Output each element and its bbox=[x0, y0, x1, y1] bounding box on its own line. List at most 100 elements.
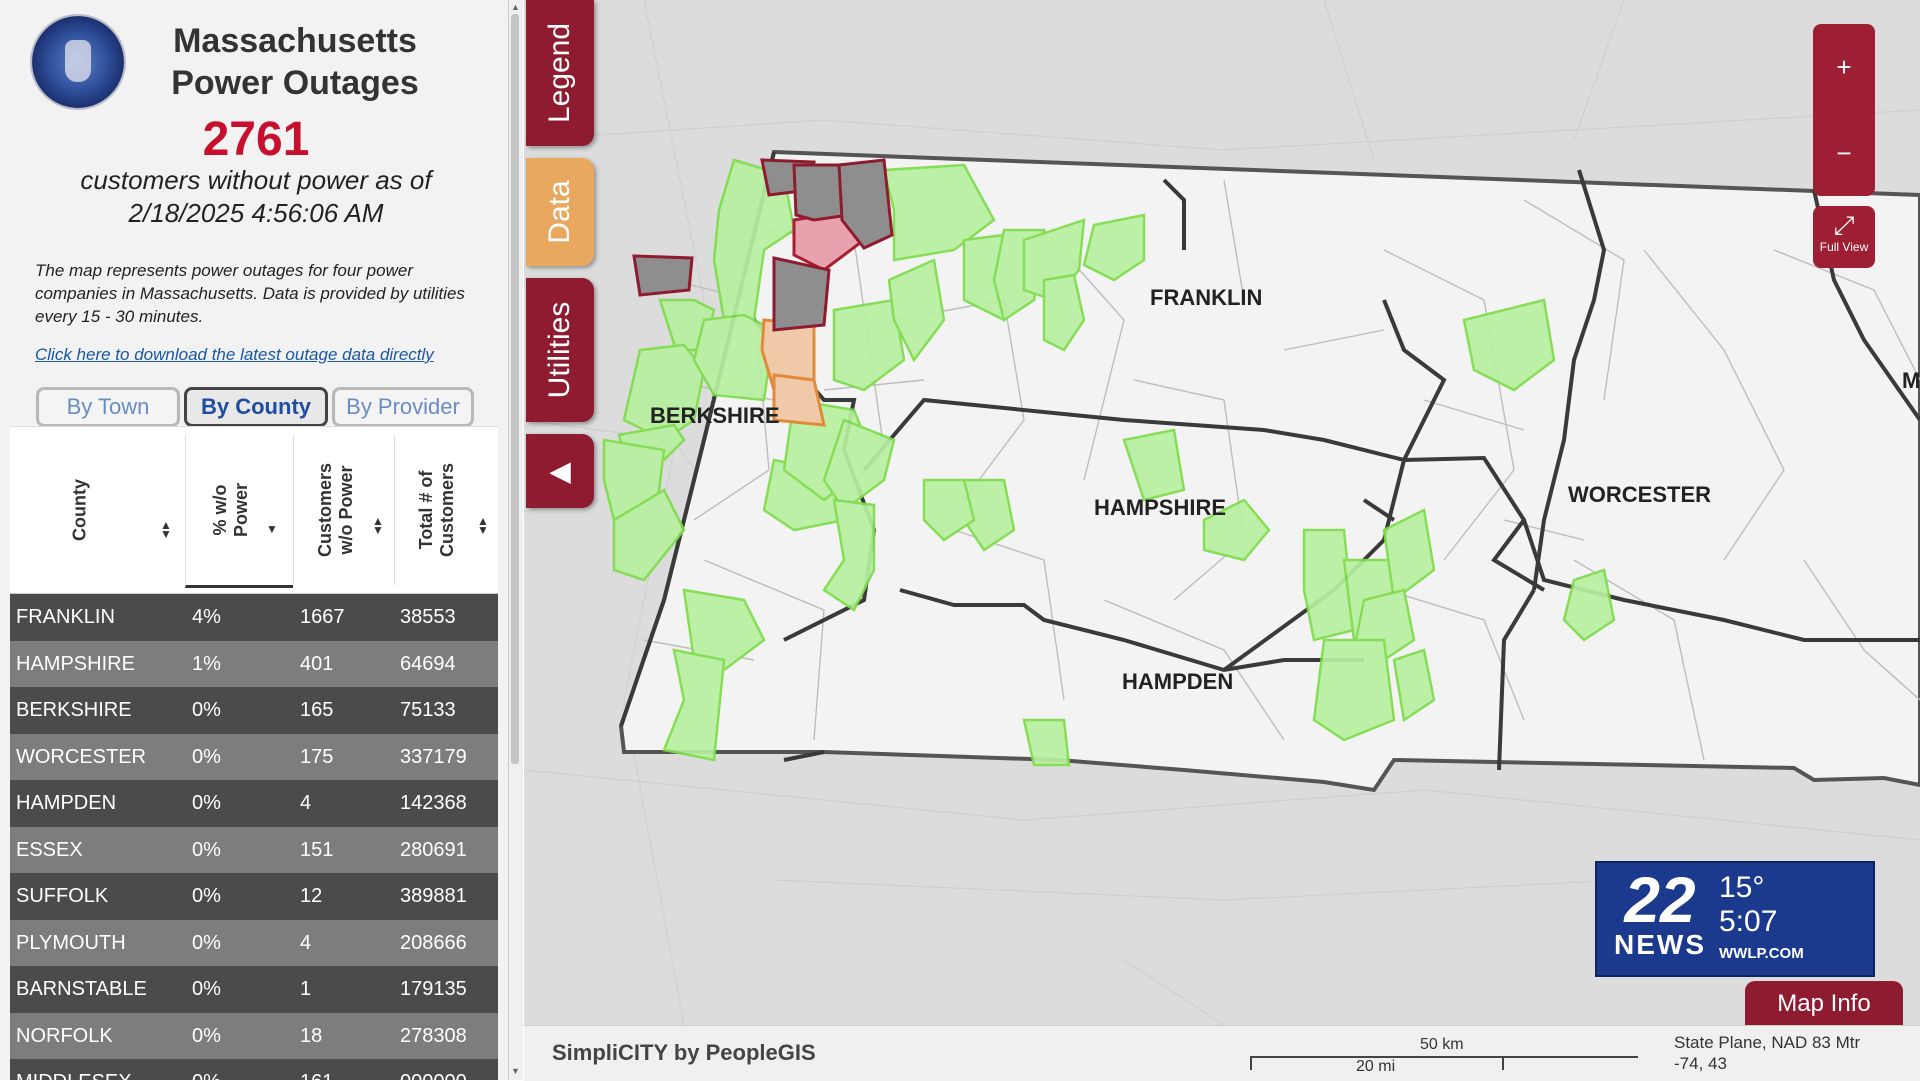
cell-county: SUFFOLK bbox=[16, 885, 109, 907]
total-header-line-1: Total # of bbox=[416, 470, 436, 550]
collapse-arrow-icon: ◀ bbox=[549, 455, 571, 487]
pct-header-line-1: % w/o bbox=[210, 484, 230, 536]
table-header: County ▲ ▼ % w/o Power ▼ Customers w/o Powe… bbox=[10, 426, 498, 595]
outage-count: 2761 bbox=[202, 113, 310, 166]
cell-pct: 1% bbox=[192, 652, 221, 675]
scroll-down-icon[interactable]: ▼ bbox=[511, 1066, 520, 1076]
cell-without: 1 bbox=[300, 978, 312, 1000]
zoom-out-icon: − bbox=[1836, 138, 1852, 168]
cell-without: 1667 bbox=[300, 606, 345, 628]
coordinate-readout: State Plane, NAD 83 Mtr -74, 43 bbox=[1674, 1032, 1860, 1074]
station-site: WWLP.COM bbox=[1719, 945, 1804, 962]
outage-panel: Massachusetts Power Outages 2761 custome… bbox=[0, 0, 513, 1080]
cell-total: 75133 bbox=[400, 699, 456, 721]
scroll-up-icon[interactable]: ▲ bbox=[511, 2, 520, 12]
cell-county: ESSEX bbox=[16, 838, 83, 861]
column-header-county[interactable]: County ▲ ▼ bbox=[10, 435, 184, 585]
panel-scrollbar-thumb[interactable] bbox=[511, 14, 519, 764]
column-header-customers-without[interactable]: Customers w/o Power ▲ ▼ bbox=[293, 435, 394, 585]
sort-arrows-icon: ▲ ▼ bbox=[477, 514, 489, 537]
title-line-1: Massachusetts bbox=[173, 22, 417, 60]
projection-label: State Plane, NAD 83 Mtr bbox=[1674, 1033, 1861, 1052]
tab-by-provider[interactable]: By Provider bbox=[332, 387, 474, 427]
pct-header-line-2: Power bbox=[231, 482, 251, 538]
cell-pct: 0% bbox=[192, 699, 221, 721]
table-row[interactable]: PLYMOUTH 0% 4 208666 bbox=[10, 919, 498, 966]
logo-number: 22 bbox=[1624, 864, 1696, 936]
tab-by-county[interactable]: By County bbox=[184, 387, 328, 427]
cell-pct: 0% bbox=[192, 1059, 221, 1080]
as-of-timestamp: 2/18/2025 4:56:06 AM bbox=[128, 198, 384, 228]
cell-total: 000000 bbox=[400, 1059, 467, 1080]
table-row[interactable]: ESSEX 0% 151 280691 bbox=[10, 826, 498, 873]
table-row[interactable]: FRANKLIN 4% 1667 38553 bbox=[10, 594, 498, 641]
attribution: SimpliCITY by PeopleGIS bbox=[552, 1040, 816, 1065]
scale-mi-label: 20 mi bbox=[1356, 1058, 1396, 1075]
cell-total: 280691 bbox=[400, 838, 467, 861]
coordinates: -74, 43 bbox=[1674, 1054, 1727, 1073]
without-header-line-1: Customers bbox=[315, 462, 335, 558]
map-label-worcester: WORCESTER bbox=[1568, 482, 1711, 507]
cell-county: HAMPSHIRE bbox=[16, 652, 135, 675]
sort-arrows-icon: ▲ ▼ bbox=[160, 518, 172, 541]
column-header-total[interactable]: Total # of Customers ▲ ▼ bbox=[394, 435, 499, 585]
utilities-tab[interactable]: Utilities bbox=[526, 278, 594, 422]
cell-county: NORFOLK bbox=[16, 1024, 113, 1047]
cell-county: BERKSHIRE bbox=[16, 699, 132, 721]
cell-county: FRANKLIN bbox=[16, 606, 115, 628]
legend-tab[interactable]: Legend bbox=[526, 0, 594, 146]
cell-pct: 0% bbox=[192, 885, 221, 907]
zoom-in-icon: + bbox=[1836, 52, 1852, 82]
tab-by-town[interactable]: By Town bbox=[36, 387, 180, 427]
cell-total: 389881 bbox=[400, 885, 467, 907]
zoom-out-button[interactable]: − bbox=[1813, 110, 1875, 196]
table-row[interactable]: HAMPDEN 0% 4 142368 bbox=[10, 780, 498, 827]
cell-without: 4 bbox=[300, 931, 312, 954]
as-of-line-1: customers without power as of bbox=[80, 165, 432, 195]
cell-without: 175 bbox=[300, 745, 334, 768]
station-bug: 22 NEWS 15° 5:07 WWLP.COM bbox=[1595, 861, 1875, 977]
zoom-in-button[interactable]: + bbox=[1813, 24, 1875, 111]
cell-county: HAMPDEN bbox=[16, 792, 117, 814]
cell-county: WORCESTER bbox=[16, 745, 146, 768]
cell-pct: 0% bbox=[192, 792, 221, 814]
cell-without: 161 bbox=[300, 1059, 333, 1080]
table-row[interactable]: BARNSTABLE 0% 1 179135 bbox=[10, 966, 498, 1013]
table-row[interactable]: SUFFOLK 0% 12 389881 bbox=[10, 873, 498, 920]
table-row[interactable]: NORFOLK 0% 18 278308 bbox=[10, 1012, 498, 1059]
map-info-button[interactable]: Map Info bbox=[1745, 981, 1903, 1027]
map-label-hampden: HAMPDEN bbox=[1122, 669, 1233, 694]
table-row[interactable]: HAMPSHIRE 1% 401 64694 bbox=[10, 640, 498, 687]
page-title: Massachusetts Power Outages bbox=[140, 20, 450, 104]
cell-total: 208666 bbox=[400, 931, 467, 954]
map-label-berkshire: BERKSHIRE bbox=[650, 403, 780, 428]
cell-pct: 0% bbox=[192, 1024, 221, 1047]
broadcast-time: 5:07 bbox=[1719, 905, 1778, 938]
22-news-logo: 22 NEWS bbox=[1605, 864, 1715, 967]
sort-arrows-icon: ▲ ▼ bbox=[372, 514, 384, 537]
map-label-middlesex-cut: M bbox=[1902, 368, 1920, 393]
table-row[interactable]: MIDDLESEX 0% 161 000000 bbox=[10, 1059, 498, 1080]
legend-tab-label: Legend bbox=[543, 22, 576, 124]
table-row[interactable]: BERKSHIRE 0% 165 75133 bbox=[10, 687, 498, 734]
cell-pct: 4% bbox=[192, 606, 221, 628]
cell-without: 151 bbox=[300, 838, 334, 861]
full-view-label: Full View bbox=[1819, 240, 1869, 254]
table-row[interactable]: WORCESTER 0% 175 337179 bbox=[10, 733, 498, 780]
full-view-button[interactable]: ⤢ Full View bbox=[1813, 206, 1875, 268]
total-header-line-2: Customers bbox=[437, 462, 457, 558]
collapse-panel-button[interactable]: ◀ bbox=[526, 434, 594, 508]
sort-desc-icon: ▼ bbox=[266, 522, 278, 536]
cell-total: 38553 bbox=[400, 606, 456, 628]
column-header-pct[interactable]: % w/o Power ▼ bbox=[185, 435, 293, 588]
county-header-label: County bbox=[69, 479, 90, 541]
cell-total: 337179 bbox=[400, 745, 467, 768]
mema-seal-logo bbox=[30, 14, 126, 110]
data-tab-label: Data bbox=[543, 180, 576, 244]
data-tab[interactable]: Data bbox=[526, 158, 594, 266]
cell-total: 278308 bbox=[400, 1024, 467, 1047]
without-header-line-2: w/o Power bbox=[336, 465, 356, 555]
download-data-link[interactable]: Click here to download the latest outage… bbox=[35, 345, 434, 365]
cell-without: 401 bbox=[300, 652, 334, 675]
utilities-tab-label: Utilities bbox=[543, 301, 576, 399]
